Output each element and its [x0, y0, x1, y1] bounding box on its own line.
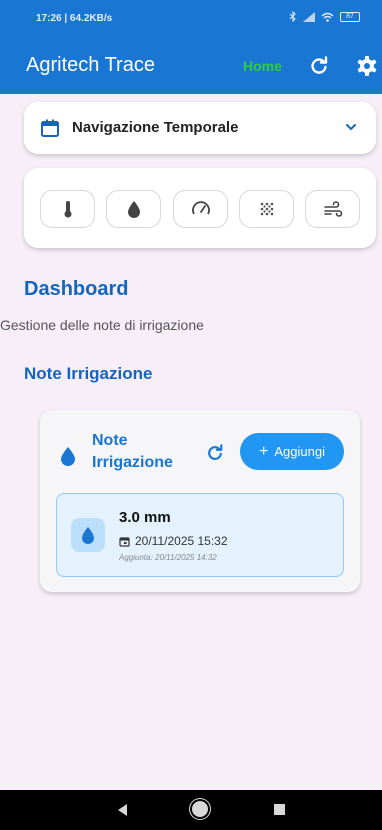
- app-bar: Agritech Trace Home: [0, 34, 382, 94]
- battery-icon: 87: [340, 11, 360, 22]
- calendar-icon: [41, 119, 59, 137]
- refresh-icon[interactable]: [309, 56, 329, 76]
- water-drop-icon: [127, 201, 140, 218]
- signal-icon: [303, 11, 315, 22]
- status-icons: 87: [289, 11, 360, 22]
- sensor-selector-card: [24, 168, 376, 248]
- note-date: 20/11/2025 15:32: [135, 534, 228, 548]
- wifi-icon: [321, 12, 334, 22]
- note-added-timestamp: Aggiunta: 20/11/2025 14:32: [119, 553, 217, 562]
- dots-grid-icon: [260, 202, 273, 216]
- chevron-down-icon: [346, 124, 356, 131]
- note-icon-box: [71, 518, 105, 552]
- note-date-row: 20/11/2025 15:32: [119, 534, 228, 548]
- temporal-navigation-dropdown[interactable]: Navigazione Temporale: [24, 102, 376, 154]
- page-subtitle: Gestione delle note di irrigazione: [0, 317, 204, 333]
- particulate-button[interactable]: [239, 190, 294, 228]
- app-title: Agritech Trace: [26, 54, 155, 76]
- section-title: Note Irrigazione: [24, 364, 153, 383]
- settings-gear-icon[interactable]: [356, 55, 378, 77]
- water-drop-icon: [82, 527, 94, 544]
- temporal-navigation-label: Navigazione Temporale: [72, 119, 239, 136]
- add-note-button[interactable]: + Aggiungi: [240, 433, 344, 470]
- add-note-label: Aggiungi: [274, 444, 325, 459]
- humidity-button[interactable]: [106, 190, 161, 228]
- page-title: Dashboard: [24, 278, 129, 300]
- status-bar: 17:26 | 64.2KB/s 87: [0, 0, 382, 34]
- home-link[interactable]: Home: [243, 58, 282, 74]
- calendar-icon: [119, 536, 130, 547]
- gauge-icon: [191, 201, 210, 215]
- recent-apps-icon[interactable]: [274, 804, 285, 815]
- home-circle-icon[interactable]: [192, 801, 208, 817]
- thermometer-icon: [64, 201, 71, 218]
- water-drop-icon: [61, 447, 75, 466]
- plus-icon: +: [259, 442, 269, 460]
- note-amount: 3.0 mm: [119, 509, 171, 526]
- back-icon[interactable]: [118, 804, 127, 816]
- note-list-item[interactable]: 3.0 mm 20/11/2025 15:32 Aggiunta: 20/11/…: [56, 493, 344, 577]
- pressure-button[interactable]: [173, 190, 228, 228]
- wind-icon: [323, 201, 342, 217]
- status-time: 17:26 | 64.2KB/s: [36, 13, 113, 24]
- system-navigation-bar: [0, 790, 382, 830]
- temperature-button[interactable]: [40, 190, 95, 228]
- refresh-icon[interactable]: [206, 444, 224, 462]
- irrigation-notes-card: Note Irrigazione + Aggiungi 3.0 mm 20/11…: [40, 410, 360, 592]
- notes-card-title: Note Irrigazione: [92, 432, 173, 471]
- wind-button[interactable]: [305, 190, 360, 228]
- bluetooth-icon: [289, 11, 296, 22]
